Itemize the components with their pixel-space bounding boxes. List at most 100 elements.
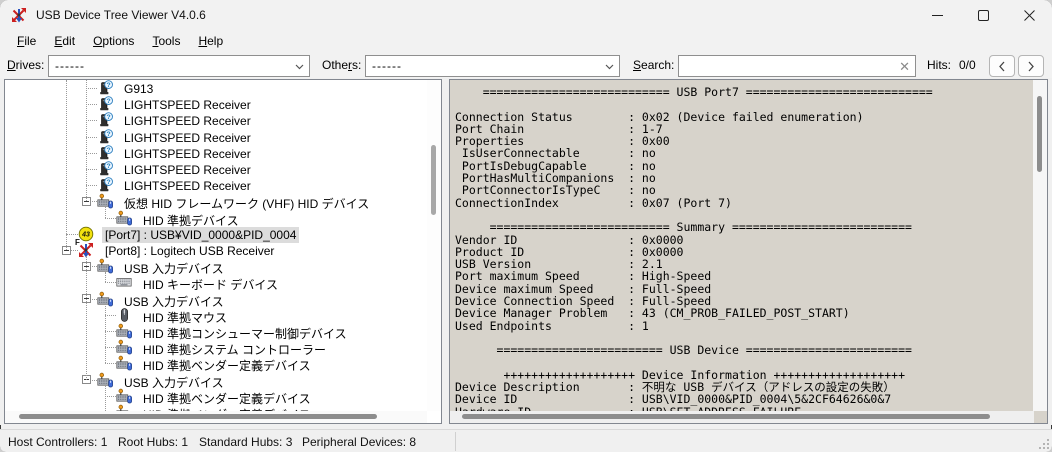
status-item: Root Hubs: 1 — [118, 435, 189, 449]
unknown-device-icon: ? — [97, 128, 113, 145]
device-details-panel: =========================== USB Port7 ==… — [449, 79, 1048, 424]
search-box: ✕ — [678, 55, 916, 77]
tree-connector — [66, 80, 67, 250]
tree-connector — [66, 233, 78, 235]
svg-text:?: ? — [107, 163, 111, 170]
chevron-down-icon — [294, 61, 305, 75]
tree-item-label[interactable]: LIGHTSPEED Receiver — [121, 130, 254, 146]
tree-vertical-scrollbar[interactable] — [427, 80, 441, 411]
status-item: Standard Hubs: 3 — [199, 435, 293, 449]
drives-combo-value: ------ — [55, 59, 85, 73]
unknown-device-icon: ? — [97, 80, 113, 96]
keyboard-icon — [116, 274, 132, 290]
details-vscroll-thumb[interactable] — [1037, 96, 1042, 172]
details-text: =========================== USB Port7 ==… — [455, 85, 933, 411]
unknown-device-icon: ? — [97, 177, 113, 193]
status-item: Peripheral Devices: 8 — [302, 435, 417, 449]
tree-connector — [105, 304, 106, 363]
menu-bar: File Edit Options Tools Help — [0, 30, 1052, 52]
details-horizontal-scrollbar[interactable] — [450, 411, 1034, 423]
tree-connector — [86, 169, 97, 170]
tree-connector — [86, 185, 97, 187]
tree-connector — [86, 136, 97, 138]
status-bar: Host Controllers: 1 Root Hubs: 1 Standard … — [0, 429, 1052, 452]
previous-hit-button[interactable] — [989, 55, 1015, 77]
menu-item-options[interactable]: Options — [84, 32, 143, 50]
search-label: Search: — [633, 58, 675, 72]
svg-text:?: ? — [107, 98, 111, 105]
maximize-icon — [977, 9, 989, 21]
others-combo-value: ------ — [372, 59, 402, 73]
toolbar: Drives: ------ Others: ------ Search: ✕ … — [0, 52, 1052, 78]
chevron-down-icon — [604, 61, 615, 75]
tree-connector — [86, 80, 87, 201]
tree-connector — [105, 282, 116, 284]
tree-connector — [105, 314, 116, 316]
drives-combo[interactable]: ------ — [48, 55, 310, 77]
input-device-icon — [116, 323, 132, 339]
unknown-device-icon: ? — [97, 161, 113, 177]
tree-horizontal-scrollbar[interactable] — [5, 411, 427, 423]
input-device-icon — [116, 404, 132, 411]
svg-text:?: ? — [107, 179, 111, 186]
mouse-icon — [116, 307, 132, 323]
others-combo[interactable]: ------ — [365, 55, 620, 77]
hits-label: Hits: — [927, 58, 951, 72]
tree-item-label[interactable]: G913 — [121, 81, 156, 97]
status-item: Host Controllers: 1 — [8, 435, 108, 449]
tree-vscroll-thumb[interactable] — [431, 145, 436, 215]
tree-connector — [86, 104, 97, 106]
next-hit-button[interactable] — [1018, 55, 1044, 77]
input-device-icon — [116, 355, 132, 371]
tree-hscroll-thumb[interactable] — [19, 414, 377, 419]
clear-search-icon[interactable]: ✕ — [899, 59, 910, 74]
others-label: Others: — [322, 58, 362, 72]
tree-item-label[interactable]: LIGHTSPEED Receiver — [121, 178, 254, 194]
details-vertical-scrollbar[interactable] — [1033, 80, 1047, 411]
device-tree-panel: ? G913 ? LIGHTSPEED Receiver ? LIGHTSPEED R… — [4, 79, 442, 424]
unknown-device-icon: ? — [97, 112, 113, 128]
tree-item-label[interactable]: [Port7] : USB¥VID_0000&PID_0004 — [102, 226, 300, 243]
svg-text:?: ? — [107, 82, 111, 89]
menu-item-file[interactable]: File — [8, 32, 45, 50]
window-controls — [914, 0, 1052, 30]
details-hscroll-thumb[interactable] — [462, 414, 990, 419]
resize-grip[interactable] — [1037, 437, 1049, 449]
unknown-device-icon: ? — [97, 145, 113, 161]
unknown-device-icon: ? — [97, 96, 113, 112]
tree-connector — [105, 217, 116, 219]
status-divider — [455, 432, 456, 451]
input-device-icon — [116, 388, 132, 404]
chevron-left-icon — [999, 61, 1005, 71]
tree-item-label[interactable]: LIGHTSPEED Receiver — [121, 97, 254, 113]
close-icon — [1023, 9, 1035, 21]
search-input[interactable] — [683, 57, 893, 75]
minimize-icon — [931, 14, 943, 16]
tree-connector — [86, 256, 87, 380]
drives-label: Drives: — [7, 58, 45, 72]
tree-connector — [105, 207, 106, 218]
tree-item-label[interactable]: [Port8] : Logitech USB Receiver — [102, 243, 277, 259]
tree-connector — [105, 395, 116, 397]
tree-connector — [86, 120, 97, 122]
app-window: USB Device Tree Viewer V4.0.6 File Edit Op… — [0, 0, 1052, 452]
minimize-button[interactable] — [914, 0, 960, 30]
close-button[interactable] — [1006, 0, 1052, 30]
window-title: USB Device Tree Viewer V4.0.6 — [36, 8, 206, 22]
title-bar[interactable]: USB Device Tree Viewer V4.0.6 — [0, 0, 1052, 30]
tree-item-label[interactable]: LIGHTSPEED Receiver — [121, 162, 254, 178]
problem-code-icon: 43 — [78, 226, 94, 242]
menu-item-tools[interactable]: Tools — [143, 32, 189, 50]
svg-text:43: 43 — [81, 231, 90, 238]
svg-text:?: ? — [107, 131, 111, 138]
svg-text:?: ? — [107, 147, 111, 154]
chevron-right-icon — [1028, 61, 1034, 71]
svg-text:?: ? — [107, 114, 111, 121]
hits-value: 0/0 — [959, 58, 976, 72]
menu-item-edit[interactable]: Edit — [45, 32, 84, 50]
tree-item-label[interactable]: LIGHTSPEED Receiver — [121, 146, 254, 162]
menu-item-help[interactable]: Help — [189, 32, 232, 50]
maximize-button[interactable] — [960, 0, 1006, 30]
tree-connector — [105, 363, 116, 365]
tree-item-label[interactable]: LIGHTSPEED Receiver — [121, 113, 254, 129]
